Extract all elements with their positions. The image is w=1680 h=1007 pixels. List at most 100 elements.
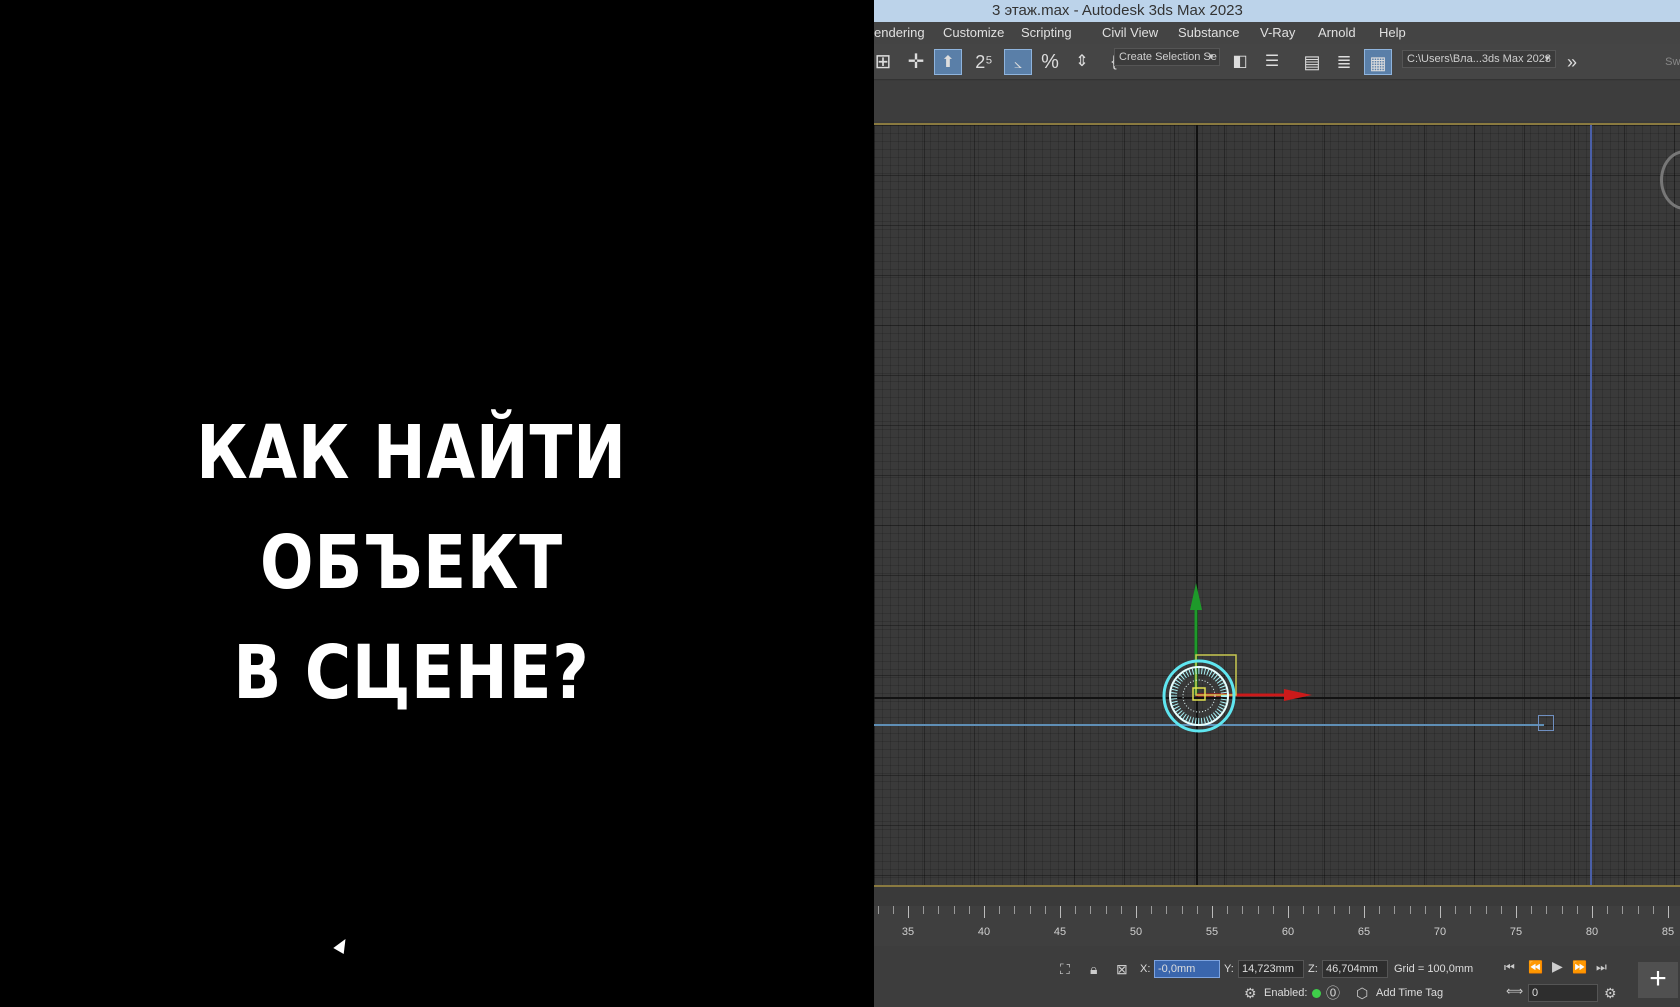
- create-selection-set-dropdown[interactable]: Create Selection Se ▼: [1114, 48, 1220, 66]
- spinner-snap-icon[interactable]: ⇕: [1068, 49, 1096, 75]
- timeline-label: 85: [1661, 926, 1675, 938]
- menu-customize[interactable]: Customize: [943, 22, 1004, 44]
- current-frame-input[interactable]: 0: [1528, 984, 1598, 1002]
- isolate-selection-icon[interactable]: ⛶: [1060, 960, 1070, 978]
- adaptive-degradation-icon[interactable]: ⚙: [1244, 984, 1257, 1002]
- menu-help[interactable]: Help: [1379, 22, 1406, 44]
- next-frame-icon[interactable]: ⏩: [1572, 958, 1587, 976]
- timeline-tick: [1485, 906, 1487, 914]
- selection-set-value: Create Selection Se: [1119, 51, 1217, 63]
- timeline-tick: [1348, 906, 1350, 914]
- select-link-icon[interactable]: ⊞: [874, 49, 892, 75]
- ribbon-strip: [874, 81, 1680, 121]
- menu-vray[interactable]: V-Ray: [1260, 22, 1295, 44]
- timeline-tick: [1622, 906, 1624, 914]
- chevron-down-icon: ▼: [1543, 54, 1551, 63]
- time-configuration-icon[interactable]: ⚙: [1604, 984, 1617, 1002]
- menu-scripting[interactable]: Scripting: [1021, 22, 1072, 44]
- timeline-label: 70: [1433, 926, 1447, 938]
- timeline-tick: [1424, 906, 1426, 914]
- timeline-tick: [1318, 906, 1320, 914]
- z-label: Z:: [1308, 963, 1318, 975]
- timeline-tick: [1500, 906, 1502, 914]
- timeline-tick: [923, 906, 925, 914]
- time-tag-icon[interactable]: ⬡: [1356, 984, 1368, 1002]
- enabled-status-dot[interactable]: [1312, 989, 1321, 998]
- menu-rendering[interactable]: endering: [874, 22, 925, 44]
- go-to-end-icon[interactable]: ⏭: [1596, 958, 1607, 976]
- menu-substance[interactable]: Substance: [1178, 22, 1239, 44]
- timeline-tick: [1394, 906, 1396, 914]
- timeline-label: 35: [901, 926, 915, 938]
- workspace-switch-label[interactable]: Swi: [1664, 49, 1680, 75]
- top-viewport[interactable]: [874, 123, 1680, 887]
- timeline-tick: [1212, 906, 1213, 918]
- timeline-tick: [1196, 906, 1198, 914]
- x-coordinate-value: -0,0mm: [1158, 963, 1196, 975]
- selected-object-cylinder[interactable]: [1161, 658, 1237, 734]
- main-toolbar: ⊞ ✛ ⬆ 2⁵ ⦣ % ⇕ { ◧ ☰ ▤ ≣ ▦ » Swi: [874, 44, 1680, 80]
- angle-snap-icon[interactable]: ⦣: [1004, 49, 1032, 75]
- menu-arnold[interactable]: Arnold: [1318, 22, 1356, 44]
- mirror-icon[interactable]: ◧: [1226, 49, 1254, 75]
- key-mode-icon[interactable]: ⟺: [1506, 982, 1523, 1000]
- timeline-tick: [1440, 906, 1441, 918]
- play-icon[interactable]: ▶: [1552, 957, 1563, 975]
- window-title: 3 этаж.max - Autodesk 3ds Max 2023: [992, 2, 1243, 19]
- x-coordinate-input[interactable]: -0,0mm: [1154, 960, 1220, 978]
- timeline-tick: [953, 906, 955, 914]
- timeline-label: 60: [1281, 926, 1295, 938]
- timeline-tick: [892, 906, 894, 914]
- timeline-tick: [1531, 906, 1533, 914]
- go-to-start-icon[interactable]: ⏮: [1504, 958, 1515, 976]
- timeline-tick: [1242, 906, 1244, 914]
- timeline-tick: [1455, 906, 1457, 914]
- menu-civil-view[interactable]: Civil View: [1102, 22, 1158, 44]
- toolbar-overflow-icon[interactable]: »: [1562, 49, 1582, 75]
- layer-explorer-icon[interactable]: ≣: [1330, 49, 1358, 75]
- select-object-icon[interactable]: ⬆: [934, 49, 962, 75]
- add-time-tag-button[interactable]: Add Time Tag: [1376, 984, 1443, 1002]
- timeline-tick: [1151, 906, 1153, 914]
- timeline-tick: [1075, 906, 1077, 914]
- timeline-label: 40: [977, 926, 991, 938]
- timeline-tick: [1288, 906, 1289, 918]
- enabled-label: Enabled:: [1264, 987, 1308, 999]
- move-icon[interactable]: ✛: [902, 49, 930, 75]
- timeline-label: 80: [1585, 926, 1599, 938]
- timeline-tick: [1561, 906, 1563, 914]
- scene-explorer-icon[interactable]: ▤: [1298, 49, 1326, 75]
- project-path-dropdown[interactable]: C:\Users\Вла...3ds Max 2023 ▼: [1402, 50, 1556, 68]
- timeline-ruler[interactable]: 35 40 45 50 55 60 65 70 75 80 85: [874, 906, 1680, 946]
- snap-2-5d-icon[interactable]: 2⁵: [970, 49, 998, 75]
- timeline-tick: [1409, 906, 1411, 914]
- menu-bar: endering Customize Scripting Civil View …: [874, 22, 1680, 44]
- y-coordinate-input[interactable]: 14,723mm: [1238, 960, 1304, 978]
- viewcube-icon[interactable]: [1660, 150, 1680, 210]
- scene-helper-box[interactable]: [1538, 715, 1554, 731]
- ribbon-toggle-icon[interactable]: ▦: [1364, 49, 1392, 75]
- absolute-mode-icon[interactable]: ⊠: [1116, 960, 1128, 978]
- timeline-tick: [1592, 906, 1593, 918]
- x-label: X:: [1140, 963, 1151, 975]
- timeline-tick: [1014, 906, 1016, 914]
- time-config-icon[interactable]: ⓪: [1326, 984, 1340, 1002]
- timeline-tick: [999, 906, 1001, 914]
- lock-icon[interactable]: 🔒︎: [1090, 960, 1097, 978]
- gizmo-x-arrow: [1284, 689, 1312, 701]
- timeline-tick: [1364, 906, 1365, 918]
- timeline-tick: [1333, 906, 1335, 914]
- timeline-label: 50: [1129, 926, 1143, 938]
- align-icon[interactable]: ☰: [1258, 49, 1286, 75]
- create-key-plus-button[interactable]: +: [1638, 962, 1678, 998]
- promo-title-line2: В СЦЕНЕ?: [233, 630, 590, 716]
- z-coordinate-input[interactable]: 46,704mm: [1322, 960, 1388, 978]
- timeline-tick: [1166, 906, 1168, 914]
- gizmo-y-arrow: [1190, 583, 1202, 610]
- percent-snap-icon[interactable]: %: [1036, 49, 1064, 75]
- timeline-tick: [1120, 906, 1122, 914]
- timeline-tick: [1029, 906, 1031, 914]
- timeline-tick: [1136, 906, 1137, 918]
- timeline-tick: [1607, 906, 1609, 914]
- previous-frame-icon[interactable]: ⏪: [1528, 958, 1543, 976]
